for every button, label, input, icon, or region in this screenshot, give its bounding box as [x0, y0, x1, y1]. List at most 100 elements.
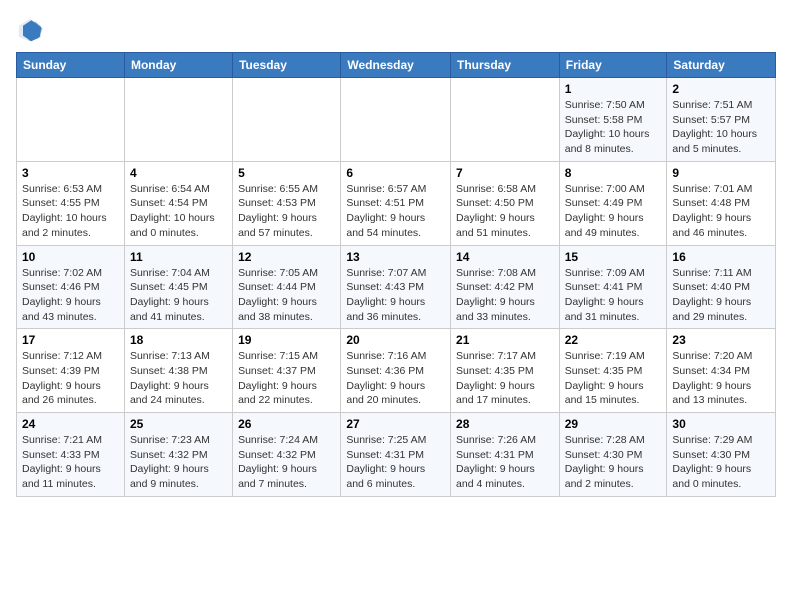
day-number: 23	[672, 333, 770, 347]
calendar-cell: 16 Sunrise: 7:11 AM Sunset: 4:40 PM Dayli…	[667, 245, 776, 329]
calendar-cell: 18 Sunrise: 7:13 AM Sunset: 4:38 PM Dayli…	[124, 329, 232, 413]
day-number: 10	[22, 250, 119, 264]
day-info: Sunrise: 7:02 AM Sunset: 4:46 PM Dayligh…	[22, 266, 119, 325]
logo-icon	[16, 16, 44, 44]
day-info: Sunrise: 7:11 AM Sunset: 4:40 PM Dayligh…	[672, 266, 770, 325]
day-number: 12	[238, 250, 335, 264]
calendar-cell: 21 Sunrise: 7:17 AM Sunset: 4:35 PM Dayli…	[451, 329, 560, 413]
day-info: Sunrise: 7:24 AM Sunset: 4:32 PM Dayligh…	[238, 433, 335, 492]
calendar-cell: 28 Sunrise: 7:26 AM Sunset: 4:31 PM Dayli…	[451, 413, 560, 497]
weekday-header-row: SundayMondayTuesdayWednesdayThursdayFrid…	[17, 53, 776, 78]
calendar-cell: 29Sunrise: 7:28 AM Sunset: 4:30 PM Dayli…	[559, 413, 667, 497]
day-info: Sunrise: 7:50 AM Sunset: 5:58 PM Dayligh…	[565, 98, 662, 157]
day-info: Sunrise: 7:00 AM Sunset: 4:49 PM Dayligh…	[565, 182, 662, 241]
calendar-cell: 23 Sunrise: 7:20 AM Sunset: 4:34 PM Dayli…	[667, 329, 776, 413]
day-number: 18	[130, 333, 227, 347]
day-number: 20	[346, 333, 445, 347]
calendar-cell: 1 Sunrise: 7:50 AM Sunset: 5:58 PM Daylig…	[559, 78, 667, 162]
day-info: Sunrise: 7:15 AM Sunset: 4:37 PM Dayligh…	[238, 349, 335, 408]
day-number: 26	[238, 417, 335, 431]
calendar-cell	[341, 78, 451, 162]
day-number: 25	[130, 417, 227, 431]
calendar-cell: 8 Sunrise: 7:00 AM Sunset: 4:49 PM Daylig…	[559, 161, 667, 245]
day-info: Sunrise: 7:17 AM Sunset: 4:35 PM Dayligh…	[456, 349, 554, 408]
day-info: Sunrise: 6:58 AM Sunset: 4:50 PM Dayligh…	[456, 182, 554, 241]
day-number: 24	[22, 417, 119, 431]
day-number: 17	[22, 333, 119, 347]
day-number: 5	[238, 166, 335, 180]
calendar-cell: 4 Sunrise: 6:54 AM Sunset: 4:54 PM Daylig…	[124, 161, 232, 245]
calendar-cell: 6 Sunrise: 6:57 AM Sunset: 4:51 PM Daylig…	[341, 161, 451, 245]
day-info: Sunrise: 7:19 AM Sunset: 4:35 PM Dayligh…	[565, 349, 662, 408]
day-info: Sunrise: 7:08 AM Sunset: 4:42 PM Dayligh…	[456, 266, 554, 325]
calendar-body: 1 Sunrise: 7:50 AM Sunset: 5:58 PM Daylig…	[17, 78, 776, 497]
day-info: Sunrise: 7:51 AM Sunset: 5:57 PM Dayligh…	[672, 98, 770, 157]
day-number: 16	[672, 250, 770, 264]
weekday-header-sunday: Sunday	[17, 53, 125, 78]
day-number: 4	[130, 166, 227, 180]
weekday-header-wednesday: Wednesday	[341, 53, 451, 78]
calendar-week-3: 10 Sunrise: 7:02 AM Sunset: 4:46 PM Dayli…	[17, 245, 776, 329]
day-number: 22	[565, 333, 662, 347]
calendar-cell: 11 Sunrise: 7:04 AM Sunset: 4:45 PM Dayli…	[124, 245, 232, 329]
day-number: 30	[672, 417, 770, 431]
day-number: 29	[565, 417, 662, 431]
calendar-week-1: 1 Sunrise: 7:50 AM Sunset: 5:58 PM Daylig…	[17, 78, 776, 162]
day-info: Sunrise: 6:53 AM Sunset: 4:55 PM Dayligh…	[22, 182, 119, 241]
day-number: 28	[456, 417, 554, 431]
calendar-cell: 2 Sunrise: 7:51 AM Sunset: 5:57 PM Daylig…	[667, 78, 776, 162]
day-number: 21	[456, 333, 554, 347]
calendar-cell: 9Sunrise: 7:01 AM Sunset: 4:48 PM Daylig…	[667, 161, 776, 245]
calendar-cell	[233, 78, 341, 162]
calendar-header: SundayMondayTuesdayWednesdayThursdayFrid…	[17, 53, 776, 78]
day-number: 7	[456, 166, 554, 180]
weekday-header-saturday: Saturday	[667, 53, 776, 78]
calendar-cell: 26 Sunrise: 7:24 AM Sunset: 4:32 PM Dayli…	[233, 413, 341, 497]
day-number: 3	[22, 166, 119, 180]
calendar-cell: 12Sunrise: 7:05 AM Sunset: 4:44 PM Dayli…	[233, 245, 341, 329]
page-header	[16, 16, 776, 44]
day-number: 2	[672, 82, 770, 96]
day-info: Sunrise: 7:04 AM Sunset: 4:45 PM Dayligh…	[130, 266, 227, 325]
day-info: Sunrise: 6:55 AM Sunset: 4:53 PM Dayligh…	[238, 182, 335, 241]
calendar-week-4: 17 Sunrise: 7:12 AM Sunset: 4:39 PM Dayli…	[17, 329, 776, 413]
day-info: Sunrise: 7:07 AM Sunset: 4:43 PM Dayligh…	[346, 266, 445, 325]
calendar-cell: 7 Sunrise: 6:58 AM Sunset: 4:50 PM Daylig…	[451, 161, 560, 245]
calendar-cell	[124, 78, 232, 162]
calendar-cell: 5 Sunrise: 6:55 AM Sunset: 4:53 PM Daylig…	[233, 161, 341, 245]
day-info: Sunrise: 7:25 AM Sunset: 4:31 PM Dayligh…	[346, 433, 445, 492]
day-info: Sunrise: 7:21 AM Sunset: 4:33 PM Dayligh…	[22, 433, 119, 492]
calendar-cell	[17, 78, 125, 162]
day-number: 11	[130, 250, 227, 264]
day-number: 15	[565, 250, 662, 264]
calendar-cell: 24 Sunrise: 7:21 AM Sunset: 4:33 PM Dayli…	[17, 413, 125, 497]
day-info: Sunrise: 7:23 AM Sunset: 4:32 PM Dayligh…	[130, 433, 227, 492]
weekday-header-monday: Monday	[124, 53, 232, 78]
day-info: Sunrise: 7:13 AM Sunset: 4:38 PM Dayligh…	[130, 349, 227, 408]
calendar-cell: 15Sunrise: 7:09 AM Sunset: 4:41 PM Dayli…	[559, 245, 667, 329]
day-info: Sunrise: 6:54 AM Sunset: 4:54 PM Dayligh…	[130, 182, 227, 241]
calendar-cell: 19 Sunrise: 7:15 AM Sunset: 4:37 PM Dayli…	[233, 329, 341, 413]
calendar-cell: 22 Sunrise: 7:19 AM Sunset: 4:35 PM Dayli…	[559, 329, 667, 413]
calendar-cell: 20Sunrise: 7:16 AM Sunset: 4:36 PM Dayli…	[341, 329, 451, 413]
day-number: 6	[346, 166, 445, 180]
day-number: 13	[346, 250, 445, 264]
day-number: 19	[238, 333, 335, 347]
calendar-table: SundayMondayTuesdayWednesdayThursdayFrid…	[16, 52, 776, 497]
calendar-week-5: 24 Sunrise: 7:21 AM Sunset: 4:33 PM Dayli…	[17, 413, 776, 497]
weekday-header-friday: Friday	[559, 53, 667, 78]
day-number: 27	[346, 417, 445, 431]
weekday-header-thursday: Thursday	[451, 53, 560, 78]
calendar-cell: 3 Sunrise: 6:53 AM Sunset: 4:55 PM Daylig…	[17, 161, 125, 245]
day-number: 14	[456, 250, 554, 264]
day-info: Sunrise: 7:20 AM Sunset: 4:34 PM Dayligh…	[672, 349, 770, 408]
day-info: Sunrise: 7:26 AM Sunset: 4:31 PM Dayligh…	[456, 433, 554, 492]
day-number: 8	[565, 166, 662, 180]
day-info: Sunrise: 7:12 AM Sunset: 4:39 PM Dayligh…	[22, 349, 119, 408]
calendar-cell: 30Sunrise: 7:29 AM Sunset: 4:30 PM Dayli…	[667, 413, 776, 497]
calendar-cell: 17 Sunrise: 7:12 AM Sunset: 4:39 PM Dayli…	[17, 329, 125, 413]
calendar-week-2: 3 Sunrise: 6:53 AM Sunset: 4:55 PM Daylig…	[17, 161, 776, 245]
day-number: 1	[565, 82, 662, 96]
calendar-cell: 13 Sunrise: 7:07 AM Sunset: 4:43 PM Dayli…	[341, 245, 451, 329]
day-info: Sunrise: 6:57 AM Sunset: 4:51 PM Dayligh…	[346, 182, 445, 241]
